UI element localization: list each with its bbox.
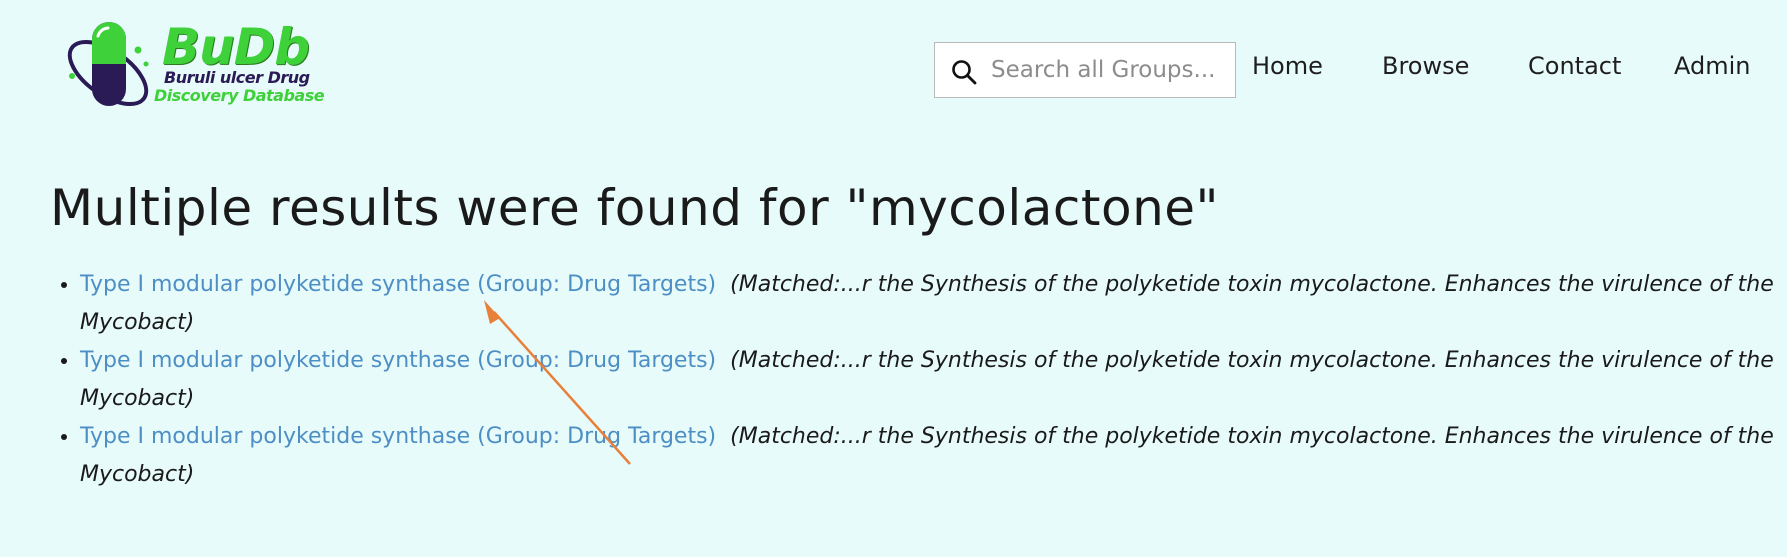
site-logo[interactable]: BuDb Buruli ulcer Drug Discovery Databas… [62, 18, 352, 118]
logo-title: BuDb [162, 18, 310, 76]
result-item: Type I modular polyketide synthase (Grou… [80, 342, 1780, 418]
site-header: BuDb Buruli ulcer Drug Discovery Databas… [0, 0, 1787, 140]
result-link[interactable]: Type I modular polyketide synthase (Grou… [80, 348, 716, 373]
result-item: Type I modular polyketide synthase (Grou… [80, 266, 1780, 342]
page-title: Multiple results were found for "mycolac… [50, 179, 1220, 237]
result-item: Type I modular polyketide synthase (Grou… [80, 418, 1780, 494]
nav-contact[interactable]: Contact [1528, 52, 1621, 80]
logo-subtitle-line2: Discovery Database [154, 86, 325, 105]
search-icon [952, 60, 977, 85]
results-list: Type I modular polyketide synthase (Grou… [50, 266, 1780, 494]
logo-subtitle-line1: Buruli ulcer Drug [164, 68, 310, 87]
nav-admin[interactable]: Admin [1674, 52, 1751, 80]
search-box[interactable] [934, 42, 1236, 98]
nav-browse[interactable]: Browse [1382, 52, 1469, 80]
result-link[interactable]: Type I modular polyketide synthase (Grou… [80, 424, 716, 449]
result-link[interactable]: Type I modular polyketide synthase (Grou… [80, 272, 716, 297]
search-input[interactable] [991, 51, 1221, 89]
nav-home[interactable]: Home [1252, 52, 1323, 80]
capsule-logo-icon [67, 22, 149, 107]
